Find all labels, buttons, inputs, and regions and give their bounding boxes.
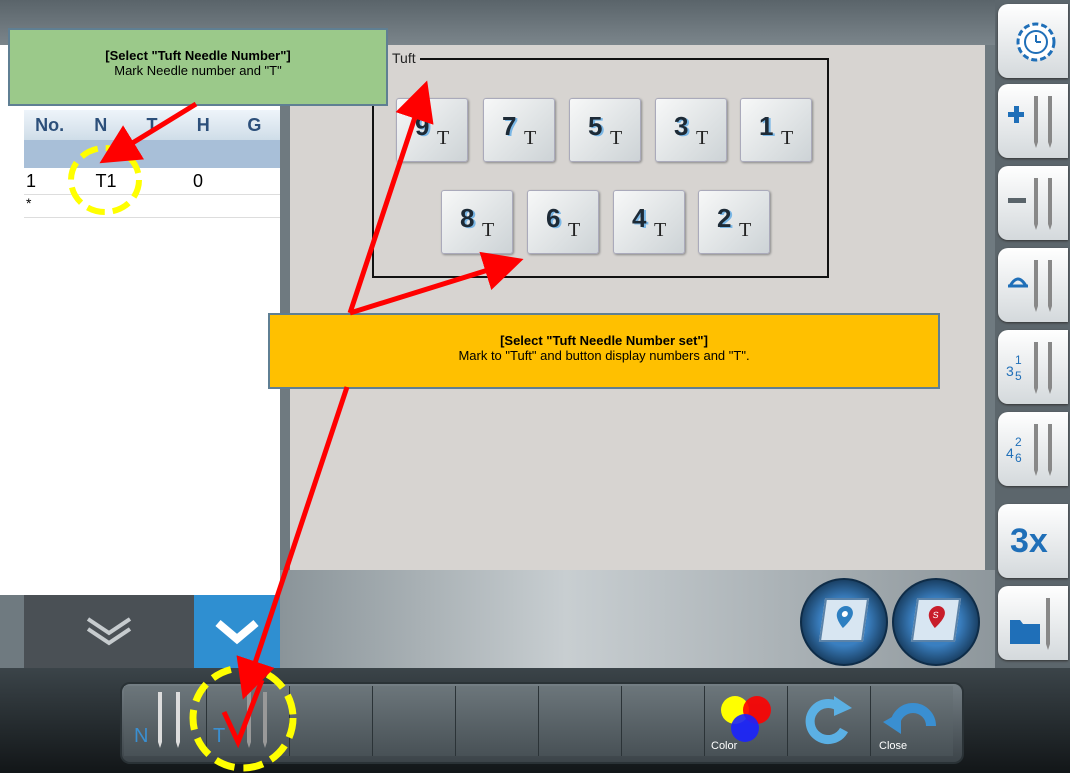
table-row[interactable]: 1 T1 0 (24, 168, 280, 195)
callout-needle-title: [Select "Tuft Needle Number"] (105, 48, 291, 63)
start-pin-icon: S (910, 598, 962, 642)
needle-n-icon: N (134, 692, 180, 748)
callout-set-title: [Select "Tuft Needle Number set"] (500, 333, 708, 348)
3x-icon: 3x (1010, 522, 1048, 560)
list-rows: 1 T1 0 * (24, 168, 280, 218)
n-needle-button[interactable]: N N (124, 686, 207, 756)
even-needles-button[interactable]: 4 2 6 (998, 412, 1068, 486)
color-button[interactable]: Color (705, 686, 788, 756)
needle-t-icon: T (213, 692, 267, 748)
table-row[interactable]: * (24, 195, 280, 218)
svg-text:2: 2 (1015, 435, 1022, 449)
close-button[interactable]: Close (871, 686, 953, 756)
col-h-header: H (196, 115, 210, 135)
folder-needle-icon (1010, 598, 1050, 650)
map-pin-icon (818, 598, 870, 642)
col-no-header: No. (35, 115, 65, 135)
tuft-button-6[interactable]: 6T (527, 190, 599, 254)
tuft-group-label: Tuft (388, 50, 420, 66)
redo-button[interactable] (788, 686, 871, 756)
timer-icon (1016, 22, 1056, 62)
svg-text:3: 3 (1006, 363, 1014, 379)
remove-needle-icon (1008, 178, 1052, 230)
tuft-button-3[interactable]: 3T (655, 98, 727, 162)
position-pin-button[interactable] (800, 578, 888, 666)
empty-slot (622, 686, 705, 756)
tuft-button-2[interactable]: 2T (698, 190, 770, 254)
row-t (138, 168, 178, 194)
odd-needles-icon: 3 1 5 (1006, 342, 1052, 394)
list-header: No. N T H G (24, 110, 280, 141)
svg-text:1: 1 (1015, 353, 1022, 367)
t-needle-button[interactable]: T T (207, 686, 290, 756)
row-no: * (26, 195, 32, 211)
callout-needle-set: [Select "Tuft Needle Number set"] Mark t… (268, 313, 940, 389)
add-needle-button[interactable] (998, 84, 1068, 158)
folder-needle-button[interactable] (998, 586, 1068, 660)
redo-icon (805, 696, 852, 744)
row-g (218, 168, 258, 194)
tuft-button-8[interactable]: 8T (441, 190, 513, 254)
svg-text:5: 5 (1015, 369, 1022, 383)
tuft-button-7[interactable]: 7T (483, 98, 555, 162)
col-t-header: T (146, 115, 158, 135)
svg-text:4: 4 (1006, 445, 1014, 461)
svg-text:6: 6 (1015, 451, 1022, 465)
tuft-button-1[interactable]: 1T (740, 98, 812, 162)
close-label: Close (879, 740, 908, 752)
scroll-down-button[interactable] (194, 595, 280, 668)
svg-text:T: T (213, 725, 225, 747)
callout-needle-number: [Select "Tuft Needle Number"] Mark Needl… (8, 28, 388, 106)
row-h: 0 (192, 171, 203, 191)
list-selection-bar[interactable] (24, 140, 280, 168)
col-n-header: N (94, 115, 108, 135)
double-chevron-down-icon (86, 617, 132, 646)
empty-slot (290, 686, 373, 756)
col-g-header: G (247, 115, 262, 135)
even-needles-icon: 4 2 6 (1006, 424, 1052, 476)
tuft-button-4[interactable]: 4T (613, 190, 685, 254)
row-no: 1 (26, 171, 37, 191)
timer-button[interactable] (998, 4, 1068, 78)
empty-slot (456, 686, 539, 756)
tuft-button-5[interactable]: 5T (569, 98, 641, 162)
svg-text:N: N (134, 725, 148, 747)
tuft-button-9[interactable]: 9T (396, 98, 468, 162)
empty-slot (373, 686, 456, 756)
remove-needle-button[interactable] (998, 166, 1068, 240)
start-pin-button[interactable]: S (892, 578, 980, 666)
triple-stitch-button[interactable]: 3x (998, 504, 1068, 578)
row-n: T1 (95, 171, 117, 191)
loop-needle-button[interactable] (998, 248, 1068, 322)
callout-set-text: Mark to "Tuft" and button display number… (458, 348, 750, 363)
chevron-down-icon (215, 619, 259, 645)
page-down-button[interactable] (24, 595, 194, 668)
odd-needles-button[interactable]: 3 1 5 (998, 330, 1068, 404)
color-label: Color (711, 740, 738, 752)
loop-needle-icon (1008, 260, 1052, 312)
empty-slot (539, 686, 622, 756)
callout-needle-text: Mark Needle number and "T" (114, 63, 282, 78)
add-needle-icon (1008, 96, 1052, 148)
